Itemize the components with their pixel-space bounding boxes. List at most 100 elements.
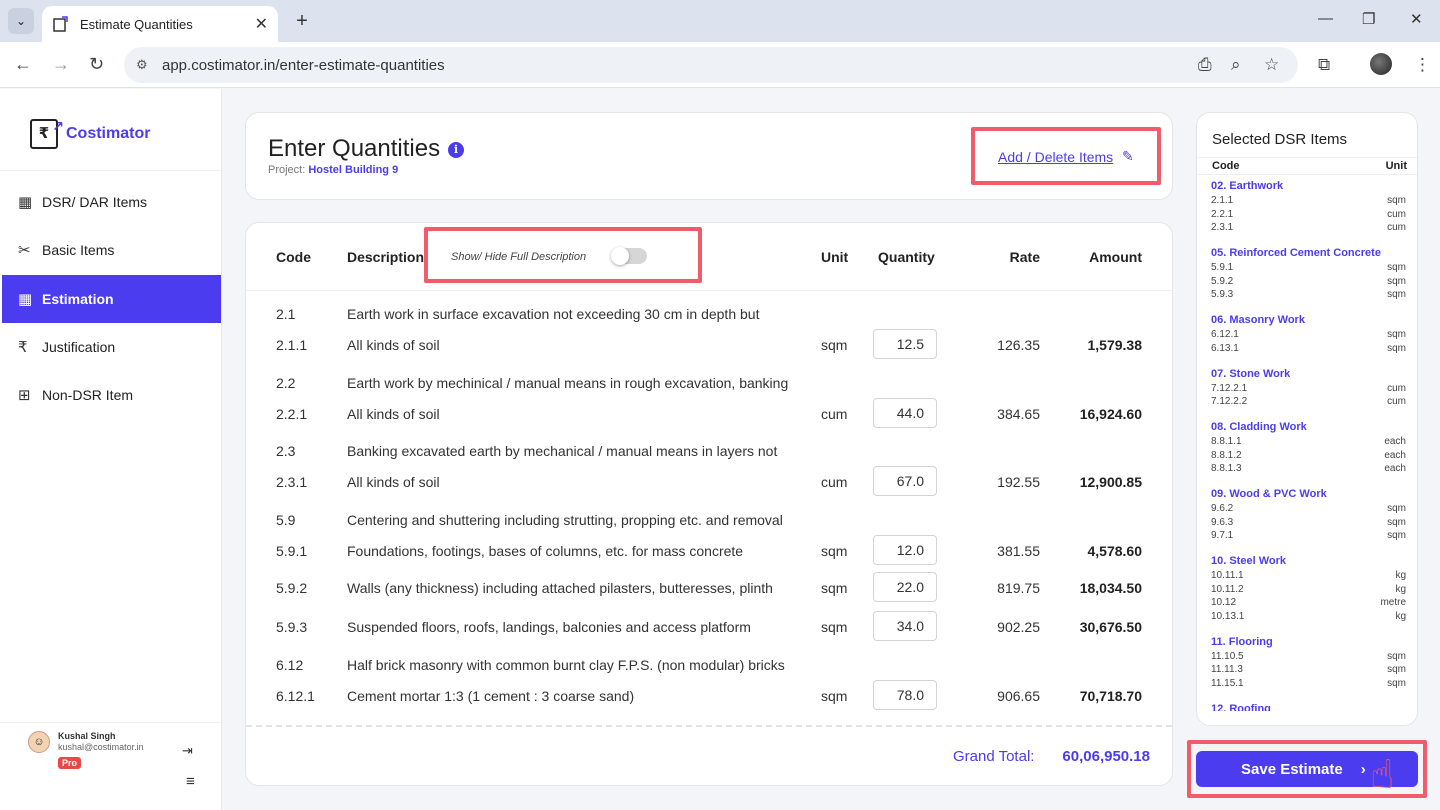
dsr-item-unit: sqm [1387, 342, 1406, 354]
dsr-group-name[interactable]: 09. Wood & PVC Work [1211, 485, 1406, 503]
dsr-group-name[interactable]: 07. Stone Work [1211, 365, 1406, 383]
dsr-item-code: 8.8.1.3 [1211, 463, 1242, 474]
dsr-item-code: 11.15.1 [1211, 677, 1244, 689]
dsr-item-code: 2.3.1 [1211, 222, 1234, 233]
dsr-item-unit: sqm [1387, 650, 1406, 662]
dsr-item-code: 7.12.2.1 [1211, 382, 1248, 394]
dsr-group-name[interactable]: 05. Reinforced Cement Concrete [1211, 244, 1406, 262]
site-settings-icon[interactable]: ⚙ [136, 57, 156, 73]
dsr-item-code: 6.12.1 [1211, 329, 1239, 340]
app-logo[interactable]: ₹ ↗ Costimator [30, 118, 150, 149]
dsr-item-code: 8.8.1.2 [1211, 449, 1242, 461]
quantity-input[interactable]: 44.0 [873, 398, 937, 428]
quantity-input[interactable]: 12.5 [873, 329, 937, 359]
quantities-table-card: Code Description Show/ Hide Full Descrip… [245, 222, 1173, 786]
window-close-button[interactable]: ✕ [1410, 10, 1423, 28]
address-bar[interactable]: ⚙ app.costimator.in/enter-estimate-quant… [124, 47, 1298, 83]
dsr-item-unit: sqm [1387, 503, 1406, 514]
restore-button[interactable]: ❐ [1362, 10, 1375, 28]
collapse-sidebar-icon[interactable]: ≡ [186, 773, 195, 790]
dsr-item-unit: kg [1395, 570, 1406, 581]
item-description: Walls (any thickness) including attached… [347, 580, 773, 596]
sidebar-item-dsr-dar-items[interactable]: ▦ DSR/ DAR Items [2, 178, 221, 226]
sidebar-item-justification[interactable]: ₹ Justification [2, 323, 221, 371]
column-header-rate: Rate [1009, 249, 1040, 265]
dsr-item-code: 5.9.2 [1211, 275, 1234, 287]
item-unit: sqm [821, 337, 848, 353]
dsr-group-name[interactable]: 02. Earthwork [1211, 177, 1406, 195]
dsr-item-code: 2.2.1 [1211, 208, 1234, 220]
sidebar-item-label: Estimation [42, 291, 114, 307]
dsr-group-name[interactable]: 11. Flooring [1211, 633, 1406, 651]
user-email: kushal@costimator.in [58, 742, 144, 752]
logo-icon: ₹ ↗ [30, 118, 64, 149]
divider [246, 290, 1172, 291]
quantity-input[interactable]: 12.0 [873, 535, 937, 565]
dsr-item: 11.10.5 sqm [1211, 651, 1406, 665]
dsr-item-unit: each [1384, 436, 1406, 447]
quantity-input[interactable]: 22.0 [873, 572, 937, 602]
dsr-item-code: 10.13.1 [1211, 610, 1245, 622]
logout-icon[interactable]: ⇥ [182, 743, 193, 759]
item-rate: 902.25 [997, 619, 1040, 635]
dsr-item: 9.6.3 sqm [1211, 517, 1406, 531]
dsr-item-unit: cum [1387, 396, 1406, 407]
reload-icon[interactable]: ↻ [89, 54, 104, 75]
sidebar-item-basic-items[interactable]: ✂ Basic Items [2, 226, 221, 274]
item-code: 2.2.1 [276, 406, 308, 422]
dsr-item: 8.8.1.3 each [1211, 463, 1406, 477]
minimize-button[interactable]: — [1318, 10, 1333, 27]
dsr-item-unit: sqm [1387, 262, 1406, 273]
grand-total-value: 60,06,950.18 [1062, 748, 1150, 765]
dsr-group: 10. Steel Work 10.11.1 kg 10.11.2 kg 10.12 met… [1211, 552, 1406, 624]
back-arrow-icon[interactable]: ← [14, 54, 32, 75]
dsr-item-unit: sqm [1387, 664, 1406, 675]
dsr-item-unit: sqm [1387, 289, 1406, 300]
dsr-group-name[interactable]: 10. Steel Work [1211, 552, 1406, 570]
dsr-item: 8.8.1.1 each [1211, 436, 1406, 450]
dsr-item: 5.9.2 sqm [1211, 276, 1406, 290]
new-tab-button[interactable]: + [290, 8, 314, 34]
tab-close-icon[interactable]: ✕ [255, 14, 268, 34]
item-code: 2.1 [276, 306, 296, 322]
profile-avatar[interactable] [1370, 53, 1392, 75]
divider [246, 725, 1172, 727]
item-code: 5.9.1 [276, 543, 308, 559]
column-header-code: Code [276, 249, 311, 265]
dsr-item: 10.11.2 kg [1211, 584, 1406, 598]
browser-menu-icon[interactable]: ⋮ [1414, 55, 1431, 75]
item-unit: sqm [821, 619, 848, 635]
forward-arrow-icon[interactable]: → [52, 54, 70, 75]
quantity-input[interactable]: 78.0 [873, 680, 937, 710]
dsr-items-list[interactable]: 02. Earthwork 2.1.1 sqm 2.2.1 cum 2.3.1 cum 05.… [1197, 177, 1417, 711]
browser-tab[interactable]: Estimate Quantities ✕ [42, 6, 278, 42]
dsr-item-code: 8.8.1.1 [1211, 436, 1242, 447]
install-app-icon[interactable]: ⎙ [1198, 55, 1212, 75]
item-amount: 1,579.38 [1087, 337, 1143, 353]
quantity-input[interactable]: 67.0 [873, 466, 937, 496]
sidebar-item-non-dsr-item[interactable]: ⊞ Non-DSR Item [2, 371, 221, 419]
tab-search-button[interactable]: ⌄ [8, 8, 34, 34]
rupee-icon: ₹ [18, 339, 28, 356]
dsr-item-code: 10.11.1 [1211, 570, 1244, 581]
item-code: 5.9.3 [276, 619, 308, 635]
dsr-group: 11. Flooring 11.10.5 sqm 11.11.3 sqm 11.15.1 s… [1211, 633, 1406, 692]
info-icon[interactable]: i [448, 142, 464, 158]
dsr-group-name[interactable]: 08. Cladding Work [1211, 418, 1406, 436]
item-rate: 906.65 [997, 688, 1040, 704]
dsr-item: 5.9.1 sqm [1211, 262, 1406, 276]
dsr-group-name[interactable]: 12. Roofing [1211, 700, 1406, 712]
dsr-group: 07. Stone Work 7.12.2.1 cum 7.12.2.2 cum [1211, 365, 1406, 410]
extensions-icon[interactable]: ⧉ [1318, 55, 1330, 75]
quantity-input[interactable]: 34.0 [873, 611, 937, 641]
page-title: Enter Quantities [268, 135, 441, 162]
pointer-hand-icon: ☝ [1370, 753, 1395, 797]
tab-title: Estimate Quantities [80, 16, 193, 32]
dsr-group-name[interactable]: 06. Masonry Work [1211, 311, 1406, 329]
zoom-icon[interactable]: ⌕ [1231, 55, 1241, 75]
selected-dsr-items-panel: Selected DSR Items Code Unit 02. Earthwo… [1196, 112, 1418, 726]
bookmark-star-icon[interactable]: ☆ [1264, 55, 1279, 75]
highlight-box [971, 127, 1161, 185]
dsr-item-unit: metre [1380, 597, 1406, 608]
sidebar-item-estimation[interactable]: ▦ Estimation [2, 275, 221, 323]
